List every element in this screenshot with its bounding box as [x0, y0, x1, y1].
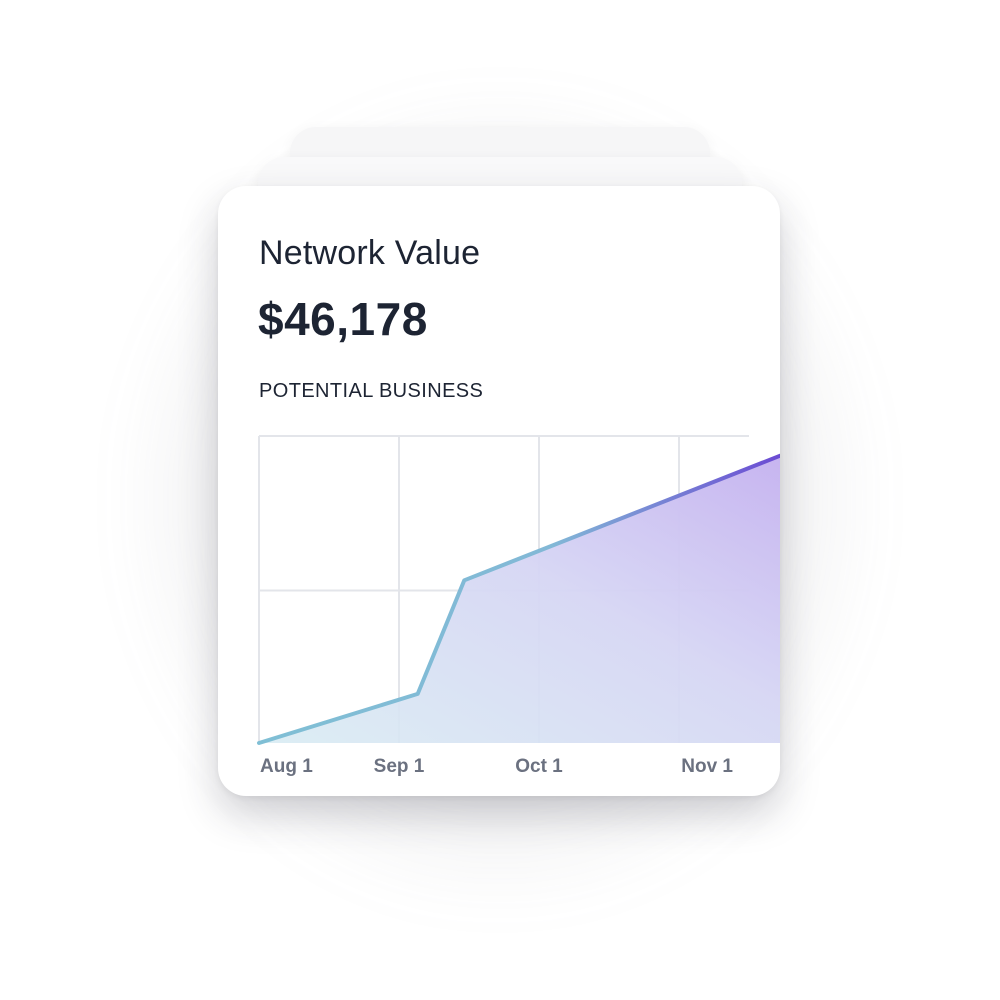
x-tick-label: Aug 1	[260, 756, 313, 777]
data-point-0	[257, 741, 261, 745]
chart-area-fill	[259, 455, 780, 743]
data-point-1	[416, 692, 420, 696]
data-point-2	[462, 578, 466, 582]
stage: Network Value $46,178 POTENTIAL BUSINESS	[0, 0, 1000, 1000]
x-tick-label: Nov 1	[681, 756, 733, 777]
x-tick-label: Oct 1	[515, 756, 563, 777]
x-axis-ticks: Aug 1 Sep 1 Oct 1 Nov 1	[260, 756, 733, 777]
potential-business-chart: Aug 1 Sep 1 Oct 1 Nov 1	[257, 435, 780, 777]
network-value-card[interactable]: Network Value $46,178 POTENTIAL BUSINESS	[218, 186, 780, 796]
x-tick-label: Sep 1	[374, 756, 425, 777]
